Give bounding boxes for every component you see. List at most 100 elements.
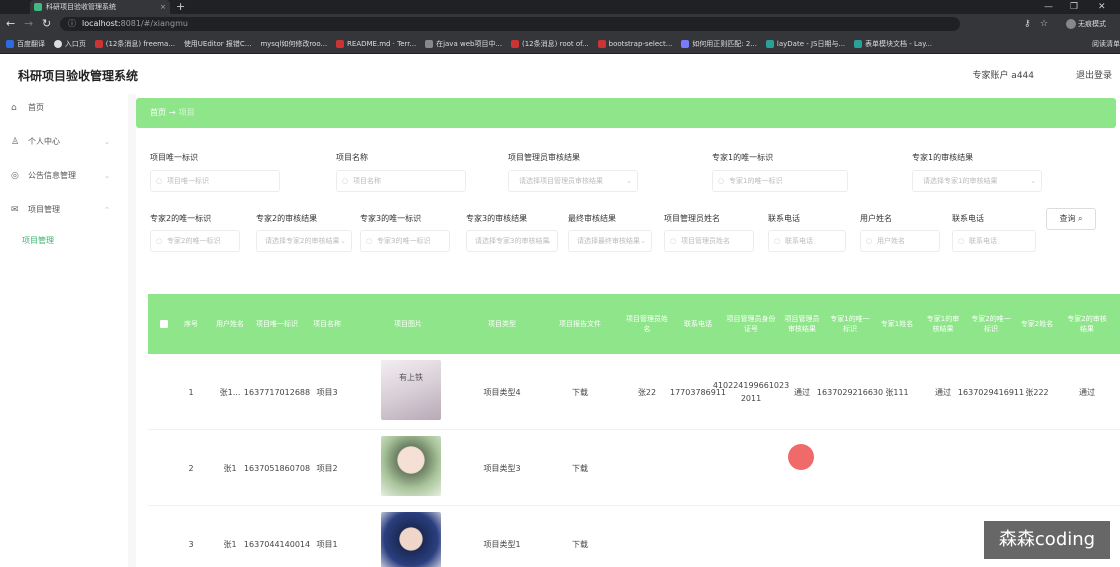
filter-expert2-id-input[interactable]: ○ 专家2的唯一标识	[150, 230, 240, 252]
cell-expert2-result: 通过	[1079, 387, 1095, 397]
bookmark-item[interactable]: 百度翻译	[6, 34, 45, 53]
bookmark-item[interactable]: 使用UEditor 报错C...	[184, 34, 252, 53]
bookmark-item[interactable]: README.md · Terr...	[336, 34, 416, 53]
column-header: 项目管理员姓名	[626, 315, 668, 333]
sidebar-item-home[interactable]: ⌂ 首页	[0, 98, 128, 118]
browser-tab[interactable]: 科研项目验收管理系统 ×	[30, 0, 170, 14]
column-header: 专家2的审核结果	[1067, 315, 1107, 333]
column-header: 联系电话	[684, 320, 712, 328]
filter-label: 项目名称	[336, 153, 368, 162]
filter-expert1-id-input[interactable]: ○ 专家1的唯一标识	[712, 170, 848, 192]
minimize-button[interactable]: —	[1044, 0, 1053, 14]
project-image[interactable]	[381, 512, 441, 567]
search-button[interactable]: 查询 ⌕	[1046, 208, 1096, 230]
column-header: 专家1姓名	[880, 320, 914, 328]
breadcrumb-current: 项目	[178, 108, 195, 117]
filter-admin-phone-input[interactable]: ○ 联系电话	[768, 230, 846, 252]
key-icon[interactable]: ⚷	[1024, 17, 1031, 31]
main-content: 首页 → 项目 项目唯一标识 ○ 项目唯一标识 项目名称 ○ 项目名称 项目管理员审核结…	[136, 94, 1120, 567]
bookmark-item[interactable]: 如何用正则匹配: 2...	[681, 34, 757, 53]
new-tab-button[interactable]: +	[176, 0, 185, 13]
profile-button[interactable]: 无痕模式	[1066, 18, 1106, 30]
bookmark-item[interactable]: (12条消息) freema...	[94, 34, 175, 53]
sidebar-item-label: 项目管理	[28, 205, 60, 214]
cell-project-id: 1637051860708	[243, 463, 311, 473]
filter-expert3-id-input[interactable]: ○ 专家3的唯一标识	[360, 230, 450, 252]
chevron-down-icon: ⌄	[340, 237, 346, 245]
tab-title: 科研项目验收管理系统	[46, 3, 116, 11]
column-header: 项目报告文件	[559, 320, 601, 328]
filter-admin-name-input[interactable]: ○ 项目管理员姓名	[664, 230, 754, 252]
csdn-icon	[511, 40, 519, 48]
chevron-up-icon: ⌃	[104, 206, 110, 214]
sidebar-item-profile[interactable]: ♙ 个人中心 ⌄	[0, 132, 128, 152]
bookmark-item[interactable]: 表单模块文档 - Lay...	[854, 34, 932, 53]
search-icon: ○	[342, 177, 349, 185]
cell-expert2-id: 1637029416911	[957, 387, 1025, 397]
download-link[interactable]: 下载	[542, 506, 618, 567]
bookmark-item[interactable]: 在java web项目中...	[425, 34, 502, 53]
back-arrow-icon[interactable]: ←	[6, 17, 15, 31]
breadcrumb-home[interactable]: 首页	[150, 108, 166, 117]
url-host: localhost:	[82, 19, 121, 28]
filter-label: 专家2的唯一标识	[150, 214, 212, 223]
bookmark-item[interactable]: 入口页	[53, 34, 86, 53]
bookmark-item[interactable]: layDate - JS日期与...	[765, 34, 845, 53]
reading-list[interactable]: 阅读清单	[1092, 34, 1120, 53]
filter-expert2-result-select[interactable]: 请选择专家2的审核结果 ⌄	[256, 230, 352, 252]
close-window-button[interactable]: ✕	[1098, 0, 1106, 14]
column-header: 序号	[184, 320, 198, 328]
filter-admin-result-select[interactable]: 请选择项目管理员审核结果 ⌄	[508, 170, 638, 192]
download-link[interactable]: 下载	[542, 354, 618, 430]
filter-project-name-input[interactable]: ○ 项目名称	[336, 170, 466, 192]
url-input[interactable]: ⓘ localhost:8081/#/xiangmu	[60, 17, 960, 31]
github-icon	[425, 40, 434, 48]
cell-project-name: 项目1	[316, 539, 338, 549]
bookmark-item[interactable]: bootstrap-select...	[597, 34, 672, 53]
cell-project-name: 项目2	[316, 463, 338, 473]
cell-project-name: 项目3	[316, 387, 338, 397]
user-icon: ♙	[11, 137, 20, 147]
filter-final-result-select[interactable]: 请选择最终审核结果 ⌄	[568, 230, 652, 252]
bookmark-item[interactable]: (12条消息) root of...	[511, 34, 589, 53]
bookmark-item[interactable]: mysql如何修改roo...	[260, 34, 327, 53]
maximize-button[interactable]: ❐	[1070, 0, 1078, 14]
logout-link[interactable]: 退出登录	[1076, 68, 1112, 81]
filter-user-name-input[interactable]: ○ 用户姓名	[860, 230, 940, 252]
reload-icon[interactable]: ↻	[42, 17, 51, 31]
filter-label: 联系电话	[952, 214, 984, 223]
project-image[interactable]	[381, 436, 441, 496]
filter-user-phone-input[interactable]: ○ 联系电话	[952, 230, 1036, 252]
cell-idcard: 410224199661023 2011	[712, 381, 790, 403]
chevron-down-icon: ⌄	[546, 237, 552, 245]
sidebar-item-projects[interactable]: ✉ 项目管理 ⌃	[0, 200, 128, 220]
globe-icon	[53, 40, 62, 48]
cursor-highlight	[788, 444, 814, 470]
project-image[interactable]: 有上铁	[381, 360, 441, 420]
url-path: 8081/#/xiangmu	[120, 19, 188, 28]
address-bar-row: ← → ↻ ⓘ localhost:8081/#/xiangmu ⚷ ☆ 无痕模…	[0, 14, 1120, 34]
star-icon[interactable]: ☆	[1040, 17, 1048, 31]
sidebar-item-notices[interactable]: ◎ 公告信息管理 ⌄	[0, 166, 128, 186]
sidebar-item-label: 个人中心	[28, 137, 60, 146]
bookmark-favicon-icon	[597, 40, 606, 48]
profile-label: 无痕模式	[1078, 20, 1106, 28]
select-all-checkbox[interactable]	[160, 320, 168, 328]
cell-expert2-name: 张222	[1025, 387, 1049, 397]
download-link[interactable]: 下载	[542, 430, 618, 506]
app-header: 科研项目验收管理系统 专家账户 a444 退出登录	[0, 54, 1120, 94]
filter-expert3-result-select[interactable]: 请选择专家3的审核结果 ⌄	[466, 230, 558, 252]
tab-close-icon[interactable]: ×	[160, 0, 166, 14]
column-header: 项目唯一标识	[256, 320, 298, 328]
search-icon: ○	[670, 237, 677, 245]
cell-expert1-id: 1637029216630	[816, 387, 884, 397]
search-icon: ○	[958, 237, 965, 245]
forward-arrow-icon[interactable]: →	[24, 17, 33, 31]
filter-expert1-result-select[interactable]: 请选择专家1的审核结果 ⌄	[912, 170, 1042, 192]
filter-project-id-input[interactable]: ○ 项目唯一标识	[150, 170, 280, 192]
search-icon: ○	[718, 177, 725, 185]
search-icon: ○	[866, 237, 873, 245]
cell-project-type: 项目类型1	[483, 539, 521, 549]
filter-label: 专家1的审核结果	[912, 153, 974, 162]
sidebar-subitem-projects[interactable]: 项目管理	[22, 234, 54, 248]
